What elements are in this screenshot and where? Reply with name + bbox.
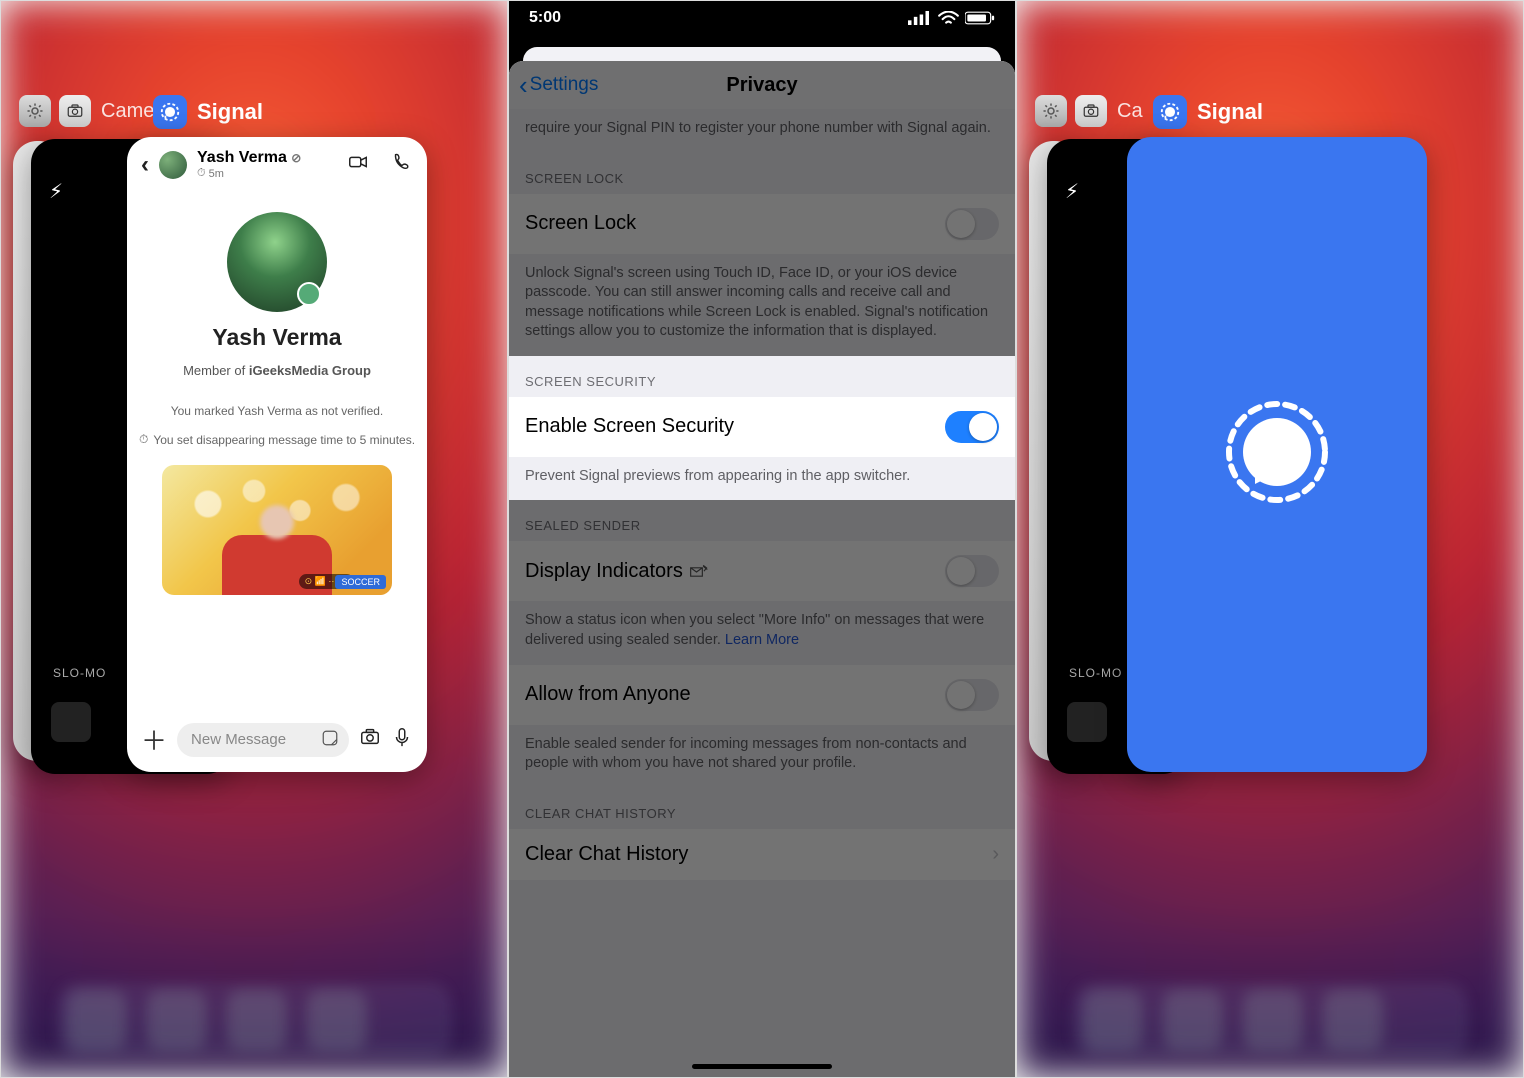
panel-app-switcher-before: Camera Signal ⚡︎ SLO-MO VIDE ‹ Yash Verm… [0, 0, 508, 1078]
switcher-row-background-apps: Camera [19, 95, 172, 127]
section-header-screen-lock: SCREEN LOCK [509, 153, 1015, 194]
section-header-clear-history: CLEAR CHAT HISTORY [509, 788, 1015, 829]
message-placeholder: New Message [191, 731, 286, 748]
toggle-screen-lock[interactable] [945, 208, 999, 240]
message-video-thumbnail[interactable]: ⊙ 📶 ⋯ ⚙ SOCCER [162, 465, 392, 595]
nav-bar: ‹Settings Privacy [509, 61, 1015, 109]
toggle-display-indicators[interactable] [945, 555, 999, 587]
row-title: Allow from Anyone [525, 683, 691, 706]
back-chevron-icon[interactable]: ‹ [141, 151, 149, 179]
switcher-card-signal-shield[interactable] [1127, 137, 1427, 772]
chevron-right-icon: › [992, 843, 999, 866]
camera-icon[interactable] [359, 726, 381, 753]
dock-blur [57, 982, 452, 1057]
thumb-badge: SOCCER [335, 575, 386, 589]
footer-screen-security: Prevent Signal previews from appearing i… [509, 457, 1015, 501]
sealed-sender-icon [683, 560, 709, 582]
footer-display-indicators: Show a status icon when you select "More… [509, 601, 1015, 664]
timer-icon: ⏱ [139, 432, 148, 447]
settings-sheet: ‹Settings Privacy require your Signal PI… [509, 61, 1015, 1077]
dock-blur [1073, 982, 1468, 1057]
message-input[interactable]: New Message [177, 723, 349, 757]
toggle-screen-security[interactable] [945, 411, 999, 443]
signal-app-icon [153, 95, 187, 129]
row-title: Clear Chat History [525, 843, 688, 866]
contact-avatar-large[interactable] [227, 212, 327, 312]
timer-icon: ⏱ [197, 167, 206, 180]
chevron-left-icon: ‹ [519, 70, 528, 101]
contact-name: Yash Verma [197, 149, 287, 166]
attach-plus-icon[interactable]: ＋ [141, 721, 167, 758]
compose-bar: ＋ New Message [127, 721, 427, 758]
camera-last-photo [51, 702, 91, 742]
system-message-disappearing: ⏱ You set disappearing message time to 5… [127, 432, 427, 447]
row-allow-from-anyone[interactable]: Allow from Anyone [509, 665, 1015, 725]
camera-last-photo [1067, 702, 1107, 742]
switcher-row-signal: Signal [1153, 95, 1263, 129]
panel-privacy-settings: 5:00 ‹Settings Privacy require your Sign… [508, 0, 1016, 1078]
voice-call-icon[interactable] [391, 151, 413, 179]
signal-app-label: Signal [1197, 99, 1263, 125]
learn-more-link[interactable]: Learn More [725, 632, 799, 648]
flash-icon: ⚡︎ [1065, 179, 1079, 204]
contact-name-block[interactable]: Yash Verma ⊘ ⏱5m [197, 149, 301, 180]
signal-app-label: Signal [197, 99, 263, 125]
flash-icon: ⚡︎ [49, 179, 63, 204]
row-title: Screen Lock [525, 212, 636, 235]
settings-app-icon [19, 95, 51, 127]
last-seen: 5m [209, 168, 224, 180]
footer-allow-anyone: Enable sealed sender for incoming messag… [509, 725, 1015, 788]
sticker-icon[interactable] [321, 729, 339, 751]
chat-header: ‹ Yash Verma ⊘ ⏱5m [127, 137, 427, 188]
battery-icon [965, 11, 995, 25]
row-screen-lock[interactable]: Screen Lock [509, 194, 1015, 254]
cellular-icon [908, 11, 931, 25]
video-call-icon[interactable] [347, 151, 369, 179]
row-clear-chat-history[interactable]: Clear Chat History › [509, 829, 1015, 880]
camera-app-icon [59, 95, 91, 127]
wifi-icon [938, 11, 959, 25]
home-indicator[interactable] [692, 1064, 832, 1069]
nav-back-button[interactable]: ‹Settings [519, 70, 598, 101]
toggle-allow-anyone[interactable] [945, 679, 999, 711]
settings-app-icon [1035, 95, 1067, 127]
system-message-verified: You marked Yash Verma as not verified. [127, 404, 427, 418]
contact-avatar-small[interactable] [159, 151, 187, 179]
camera-app-icon [1075, 95, 1107, 127]
member-line: Member of iGeeksMedia Group [127, 363, 427, 378]
row-enable-screen-security[interactable]: Enable Screen Security [509, 397, 1015, 457]
camera-mode-slomo: SLO-MO [53, 666, 106, 680]
status-time: 5:00 [529, 9, 561, 27]
row-display-indicators[interactable]: Display Indicators [509, 541, 1015, 601]
profile-name: Yash Verma [127, 324, 427, 351]
panel-app-switcher-after: Ca Signal ⚡︎ SLO-MO VI [1016, 0, 1524, 1078]
section-screen-security: SCREEN SECURITY Enable Screen Security P… [509, 356, 1015, 501]
row-title: Display Indicators [525, 560, 709, 583]
camera-app-label: Ca [1117, 100, 1143, 123]
switcher-row-background-apps: Ca [1035, 95, 1143, 127]
verified-badge-icon: ⊘ [291, 151, 301, 165]
signal-app-icon [1153, 95, 1187, 129]
pin-footer: require your Signal PIN to register your… [509, 109, 1015, 153]
section-header-screen-security: SCREEN SECURITY [509, 356, 1015, 397]
switcher-card-signal-chat[interactable]: ‹ Yash Verma ⊘ ⏱5m Yash Verma Member of … [127, 137, 427, 772]
status-bar: 5:00 [509, 1, 1015, 35]
footer-screen-lock: Unlock Signal's screen using Touch ID, F… [509, 254, 1015, 356]
switcher-row-signal: Signal [153, 95, 263, 129]
row-title: Enable Screen Security [525, 415, 734, 438]
camera-mode-slomo: SLO-MO [1069, 666, 1122, 680]
section-header-sealed-sender: SEALED SENDER [509, 500, 1015, 541]
mic-icon[interactable] [391, 726, 413, 753]
signal-logo-icon [1217, 392, 1337, 517]
nav-title: Privacy [726, 74, 797, 97]
